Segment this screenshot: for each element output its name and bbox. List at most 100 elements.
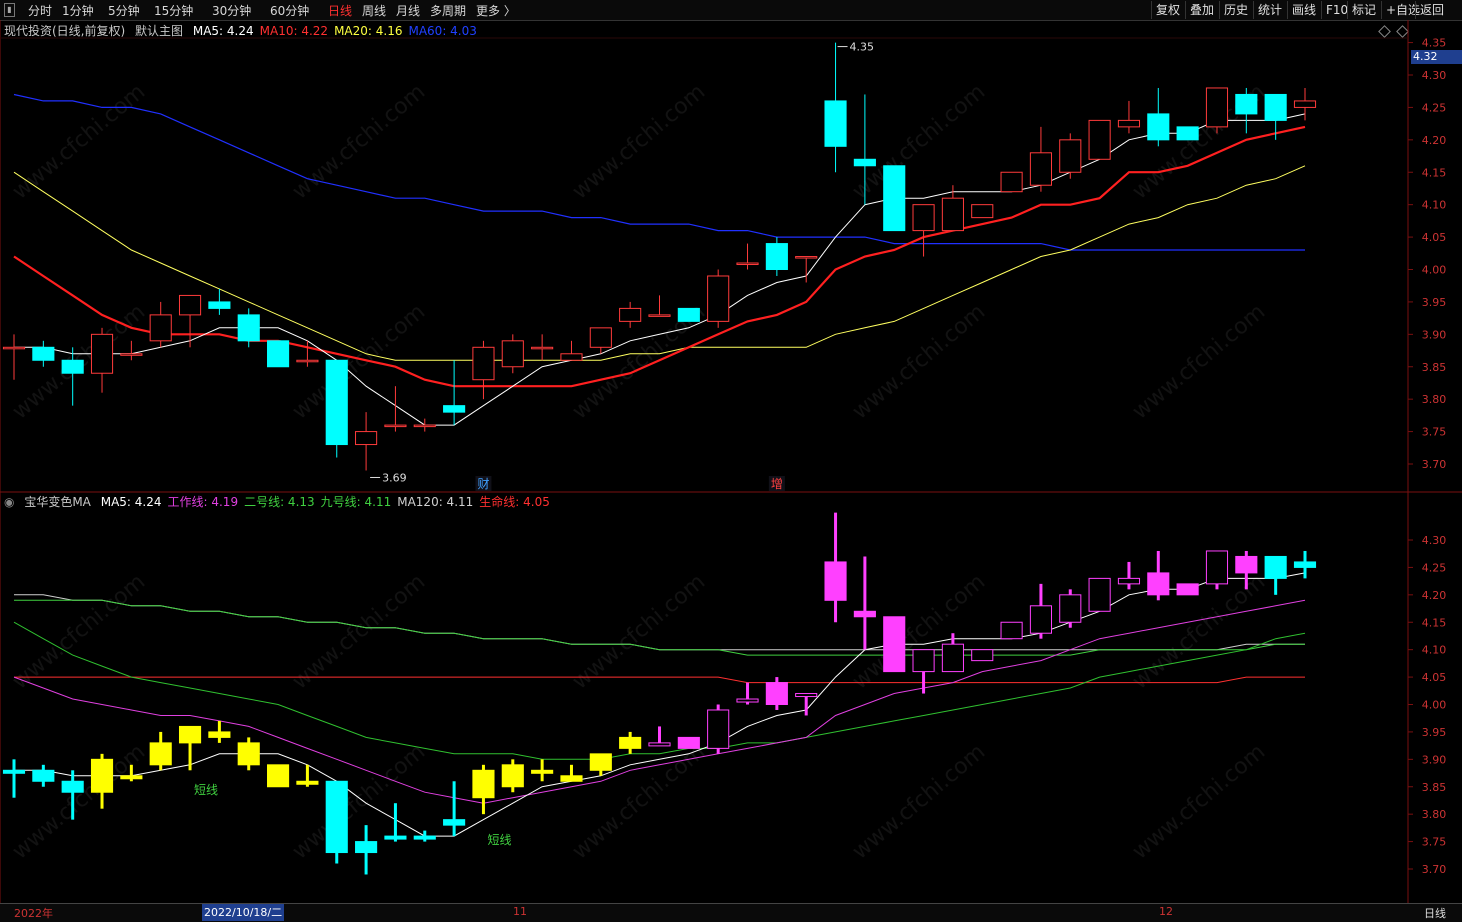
sub-candle-body — [1176, 583, 1199, 596]
candle-body — [1117, 119, 1141, 128]
sub-price-tick-label: 4.25 — [1422, 561, 1447, 574]
price-tick-label: 3.95 — [1422, 296, 1447, 309]
watermark: www.cfchi.com — [1128, 739, 1270, 864]
candle-body — [883, 165, 906, 232]
sub-candle-body — [795, 693, 818, 698]
price-tick-label: 4.15 — [1422, 166, 1447, 179]
candle-body — [120, 353, 143, 356]
sub-candle-body — [531, 769, 554, 774]
candle-body — [1235, 93, 1258, 115]
candle-body — [853, 158, 876, 167]
sub-candle-body — [61, 780, 84, 793]
sub-candle-body — [1000, 621, 1023, 640]
date-axis: 2022年 2022/10/18/二 11 12 日线 — [0, 903, 1462, 922]
candle-body — [149, 314, 172, 342]
sub-price-tick-label: 3.80 — [1422, 808, 1447, 821]
sub-candle-body — [149, 742, 172, 766]
event-label: 财 — [477, 477, 489, 491]
sub-price-tick-label: 3.75 — [1422, 836, 1447, 849]
sub-candle-body — [1235, 555, 1258, 574]
watermark: www.cfchi.com — [568, 739, 710, 864]
price-tick-label: 4.35 — [1422, 37, 1447, 50]
event-label: 增 — [771, 477, 783, 491]
candle-body — [208, 301, 231, 309]
sub-candle-body — [941, 643, 964, 673]
candle-body — [560, 353, 583, 361]
period-label[interactable]: 日线 — [1424, 905, 1446, 921]
candle-body — [1000, 171, 1023, 193]
candle-body — [912, 204, 935, 232]
sub-candle-body — [824, 561, 847, 601]
candle-body — [1293, 100, 1317, 108]
candle-body — [795, 256, 818, 259]
current-price-tag: 4.32 — [1411, 50, 1462, 64]
sub-price-tick-label: 3.90 — [1422, 753, 1447, 766]
candle-body — [384, 424, 407, 428]
sub-candle-body — [1147, 572, 1170, 596]
candle-body — [237, 314, 260, 342]
candle-body — [589, 327, 612, 348]
watermark: www.cfchi.com — [568, 79, 710, 204]
year-label: 2022年 — [14, 907, 53, 920]
candle-body — [355, 431, 378, 446]
sub-candle-body — [971, 649, 994, 662]
month-label: 12 — [1159, 905, 1173, 918]
watermark: www.cfchi.com — [848, 299, 990, 424]
sub-price-tick-label: 3.85 — [1422, 781, 1447, 794]
sub-price-tick-label: 4.05 — [1422, 671, 1447, 684]
watermark: www.cfchi.com — [848, 739, 990, 864]
sub-candle-body — [472, 769, 495, 799]
candle-body — [325, 359, 348, 446]
kline-chart[interactable]: 4.35 4.30 4.25 4.20 4.15 4.10 4.05 4.00 3.95 3.90… — [0, 0, 1462, 921]
candle-body — [707, 275, 730, 322]
candle-body — [2, 346, 26, 350]
watermark: www.cfchi.com — [848, 569, 990, 694]
price-tick-label: 4.10 — [1422, 199, 1447, 212]
watermark: www.cfchi.com — [8, 739, 150, 864]
candle-body — [443, 405, 466, 413]
life-line — [14, 676, 1305, 684]
sub-price-tick-label: 4.20 — [1422, 589, 1447, 602]
sub-candle-body — [1059, 594, 1082, 623]
candle-body — [1147, 113, 1170, 141]
sub-candle-body — [2, 769, 26, 774]
sub-price-tick-label: 4.15 — [1422, 616, 1447, 629]
sub-candle-body — [384, 835, 407, 840]
sub-candle-body — [883, 616, 906, 673]
low-price-marker: 3.69 — [382, 471, 407, 484]
sub-candle-body — [267, 764, 290, 788]
candle-body — [472, 346, 495, 381]
price-tick-label: 3.85 — [1422, 361, 1447, 374]
candle-body — [1059, 139, 1082, 173]
sub-candle-body — [912, 649, 935, 673]
watermark: www.cfchi.com — [848, 79, 990, 204]
short-line-label: 短线 — [194, 783, 218, 797]
high-price-marker: 4.35 — [850, 41, 875, 54]
sub-candle-body — [325, 780, 348, 854]
price-tick-label: 4.20 — [1422, 134, 1447, 147]
sub-candle-body — [707, 709, 730, 749]
watermark: www.cfchi.com — [1128, 299, 1270, 424]
candle-body — [413, 424, 436, 428]
sub-candle-body — [1205, 550, 1229, 585]
sub-candle-body — [208, 731, 231, 738]
sub-candle-body — [736, 698, 759, 703]
candle-body — [531, 346, 554, 350]
candle-body — [90, 333, 114, 374]
candle-body — [619, 307, 642, 322]
price-tick-label: 4.00 — [1422, 264, 1447, 277]
candle-body — [1176, 126, 1199, 141]
sub-price-tick-label: 4.00 — [1422, 699, 1447, 712]
watermark: www.cfchi.com — [568, 569, 710, 694]
price-tick-label: 3.90 — [1422, 328, 1447, 341]
sub-candle-body — [677, 736, 700, 749]
sub-candle-body — [589, 753, 612, 771]
ma5-line — [14, 113, 1306, 426]
candle-body — [941, 197, 964, 232]
sub-candle-body — [90, 758, 114, 793]
sub-candle-body — [413, 835, 436, 840]
candle-body — [648, 314, 671, 317]
sub-candle-body — [765, 682, 788, 705]
candle-body — [1029, 152, 1052, 186]
month-label: 11 — [513, 905, 527, 918]
